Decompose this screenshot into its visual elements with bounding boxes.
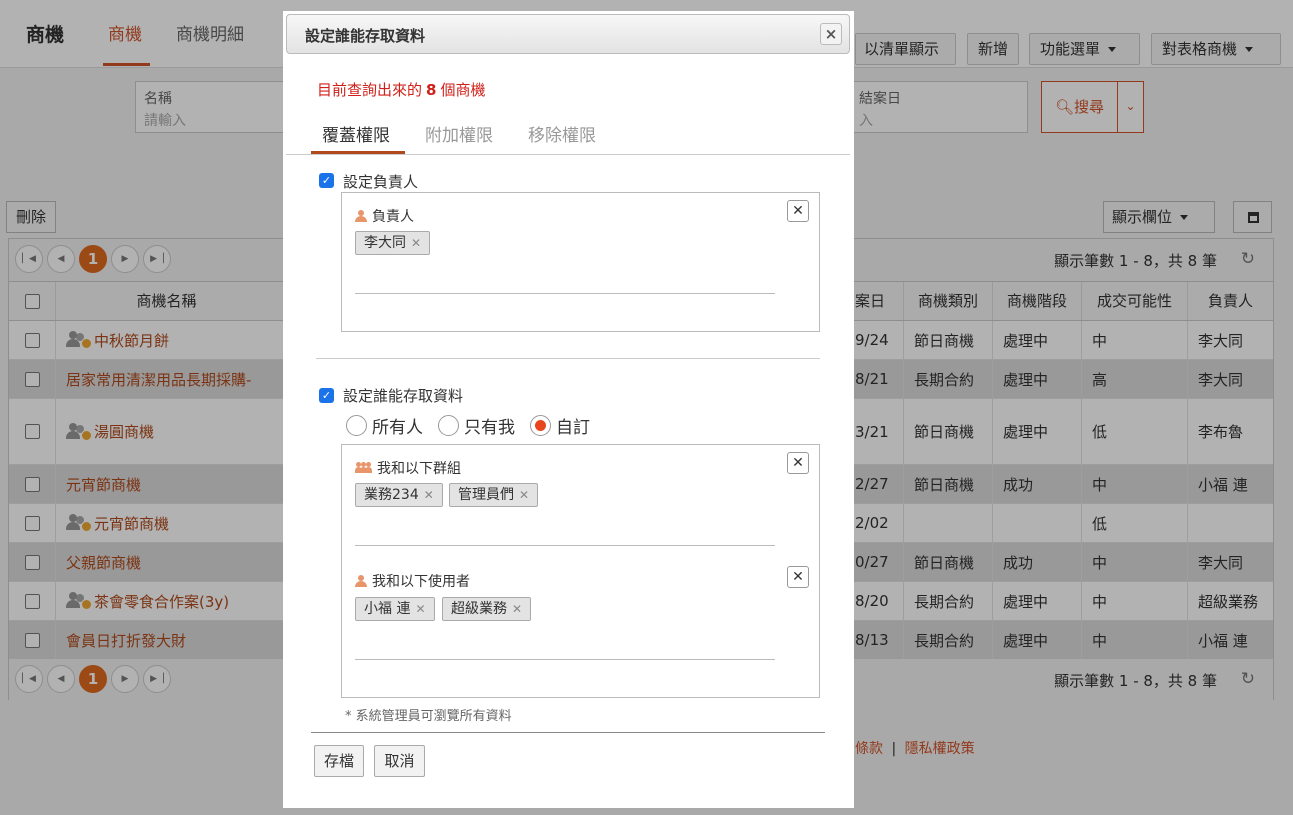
set-owner-checkbox[interactable]: ✓ [319,173,334,188]
dialog-header: 設定誰能存取資料 × [286,14,850,54]
owner-input-line[interactable] [355,293,775,294]
user-chip[interactable]: 小福 連 ✕ [355,597,435,621]
users-label: 我和以下使用者 [355,571,470,591]
users-input-line[interactable] [355,659,775,660]
save-button[interactable]: 存檔 [314,745,364,777]
tab-append-permission[interactable]: 附加權限 [425,121,493,146]
footer-divider [311,732,825,733]
set-access-checkbox[interactable]: ✓ [319,388,334,403]
person-icon [355,575,367,587]
owner-field-label: 負責人 [355,206,414,226]
remove-chip-icon[interactable]: ✕ [519,488,529,502]
group-chip[interactable]: 業務234 ✕ [355,483,443,507]
custom-access-panel: 我和以下群組 ✕ 業務234 ✕ 管理員們 ✕ 我和以下使用者 ✕ 小福 連 ✕ 超級… [341,444,820,698]
radio-everyone[interactable]: 所有人 [346,413,423,438]
tab-overwrite-permission[interactable]: 覆蓋權限 [322,121,390,146]
clear-users-button[interactable]: ✕ [787,566,809,588]
clear-groups-button[interactable]: ✕ [787,452,809,474]
remove-chip-icon[interactable]: ✕ [512,602,522,616]
group-icon [355,462,372,474]
user-chip[interactable]: 超級業務 ✕ [442,597,532,621]
close-icon[interactable]: × [820,23,842,45]
set-owner-label: 設定負責人 [343,173,419,191]
active-tab-indicator [311,151,405,154]
owner-chip[interactable]: 李大同 ✕ [355,231,431,255]
person-icon [355,210,367,222]
query-result-message: 目前查詢出來的 8 個商機 [317,81,486,99]
section-divider [316,358,820,359]
permission-tabs: 覆蓋權限 附加權限 移除權限 [286,117,850,155]
groups-label: 我和以下群組 [355,458,461,478]
dialog-title: 設定誰能存取資料 [305,27,426,45]
owner-panel: 負責人 ✕ 李大同 ✕ [341,192,820,332]
radio-circle-selected[interactable] [530,415,551,436]
remove-chip-icon[interactable]: ✕ [415,602,425,616]
groups-input-line[interactable] [355,545,775,546]
radio-only-me[interactable]: 只有我 [438,413,515,438]
cancel-button[interactable]: 取消 [374,745,425,777]
admin-note: * 系統管理員可瀏覽所有資料 [345,709,512,724]
access-dialog: 設定誰能存取資料 × 目前查詢出來的 8 個商機 覆蓋權限 附加權限 移除權限 ✓ … [283,11,854,808]
clear-owner-button[interactable]: ✕ [787,200,809,222]
remove-chip-icon[interactable]: ✕ [411,236,421,250]
remove-chip-icon[interactable]: ✕ [424,488,434,502]
radio-circle[interactable] [438,415,459,436]
radio-custom[interactable]: 自訂 [530,413,590,438]
group-chip[interactable]: 管理員們 ✕ [449,483,539,507]
tab-remove-permission[interactable]: 移除權限 [528,121,596,146]
radio-circle[interactable] [346,415,367,436]
set-access-label: 設定誰能存取資料 [343,387,464,405]
